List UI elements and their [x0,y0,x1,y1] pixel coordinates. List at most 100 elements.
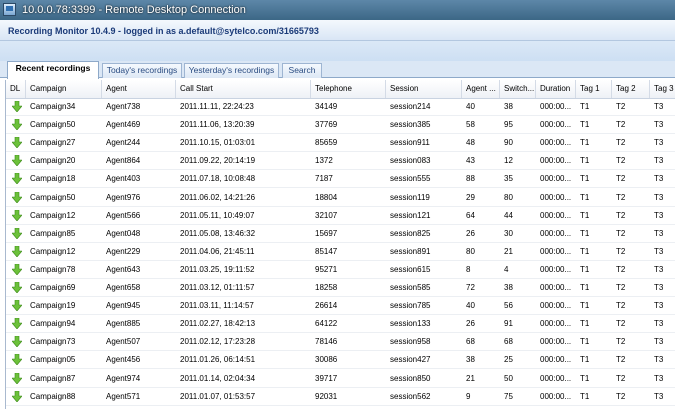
window-title: 10.0.0.78:3399 - Remote Desktop Connecti… [22,4,246,16]
table-row[interactable]: Campaign18 Agent403 2011.07.18, 10:08:48 71… [6,170,675,189]
tag3-cell: T3 [654,102,664,111]
telephone-cell: 85659 [315,138,338,148]
table-row[interactable]: Campaign50 Agent976 2011.06.02, 14:21:26 18… [6,189,675,207]
download-arrow-icon[interactable] [12,173,22,185]
download-arrow-icon[interactable] [12,354,22,366]
table-row[interactable]: Campaign27 Agent244 2011.10.15, 01:03:01 85… [6,134,675,153]
table-row[interactable]: Campaign20 Agent864 2011.09.22, 20:14:19 13… [6,152,675,171]
download-arrow-icon[interactable] [12,191,22,203]
agent-num-cell: 72 [466,283,475,292]
tag1-cell: T1 [580,283,590,292]
table-row[interactable]: Campaign05 Agent456 2011.01.26, 06:14:51 30… [6,351,675,370]
tag2-cell: T2 [616,210,626,220]
switch-cell: 21 [504,246,513,256]
tag2-cell: T2 [616,174,626,184]
tab-yesterdays-recordings[interactable]: Yesterday's recordings [184,63,279,78]
download-arrow-icon[interactable] [12,300,22,312]
header-col-session[interactable]: Session [386,80,462,98]
header-col-duration[interactable]: Duration [536,80,576,98]
header-col-agent[interactable]: Agent [102,80,176,98]
download-arrow-icon[interactable] [12,245,22,257]
tab-strip: Recent recordings Today's recordings Yes… [0,61,675,79]
window-titlebar[interactable]: 10.0.0.78:3399 - Remote Desktop Connecti… [0,0,675,20]
duration-cell: 000:00... [540,138,572,148]
table-row[interactable]: Campaign19 Agent945 2011.03.11, 11:14:57 26… [6,297,675,316]
agent-cell: Agent738 [106,102,141,111]
download-arrow-icon[interactable] [12,263,22,275]
tag2-cell: T2 [616,283,626,292]
agent-cell: Agent244 [106,138,141,148]
tag3-cell: T3 [654,319,664,329]
session-cell: session562 [390,391,431,401]
table-row[interactable]: Campaign34 Agent738 2011.11.11, 22:24:23 34… [6,98,675,116]
table-row[interactable]: Campaign78 Agent643 2011.03.25, 19:11:52 95… [6,261,675,279]
header-col-tag1[interactable]: Tag 1 [576,80,612,98]
table-row[interactable]: Campaign85 Agent048 2011.05.08, 13:46:32 15… [6,225,675,243]
tab-recent-recordings[interactable]: Recent recordings [7,61,99,79]
table-row[interactable]: Campaign12 Agent566 2011.05.11, 10:49:07 32… [6,207,675,225]
tag2-cell: T2 [616,120,626,130]
tag1-cell: T1 [580,373,590,383]
tag1-cell: T1 [580,228,590,238]
download-arrow-icon[interactable] [12,101,22,112]
tag3-cell: T3 [654,120,664,130]
switch-cell: 95 [504,120,513,130]
telephone-cell: 18258 [315,283,338,292]
agent-cell: Agent048 [106,228,141,238]
download-arrow-icon[interactable] [12,119,22,131]
table-row[interactable]: Campaign94 Agent885 2011.02.27, 18:42:13 64… [6,315,675,334]
tag3-cell: T3 [654,391,664,401]
agent-cell: Agent974 [106,373,141,383]
header-col-tag3[interactable]: Tag 3 [650,80,675,98]
download-arrow-icon[interactable] [12,318,22,330]
agent-cell: Agent456 [106,355,141,365]
header-col-tag2[interactable]: Tag 2 [612,80,650,98]
download-arrow-icon[interactable] [12,390,22,402]
download-arrow-icon[interactable] [12,372,22,384]
call-start-cell: 2011.03.12, 01:11:57 [180,283,255,292]
tag3-cell: T3 [654,192,664,202]
table-row[interactable]: Campaign88 Agent571 2011.01.07, 01:53:57 92… [6,388,675,406]
telephone-cell: 85147 [315,246,338,256]
tab-todays-recordings[interactable]: Today's recordings [102,63,182,78]
header-col-switch[interactable]: Switch... [500,80,536,98]
header-col-campaign[interactable]: Campaign [26,80,102,98]
download-arrow-icon[interactable] [12,155,22,167]
download-arrow-icon[interactable] [12,137,22,149]
download-arrow-icon[interactable] [12,227,22,239]
download-arrow-icon[interactable] [12,209,22,221]
duration-cell: 000:00... [540,246,572,256]
agent-num-cell: 68 [466,337,475,347]
table-row[interactable]: Campaign73 Agent507 2011.02.12, 17:23:28 78… [6,333,675,352]
tag1-cell: T1 [580,391,590,401]
switch-cell: 44 [504,210,513,220]
download-arrow-icon[interactable] [12,336,22,348]
session-cell: session133 [390,319,431,329]
tag2-cell: T2 [616,156,626,166]
tab-search[interactable]: Search [282,63,322,78]
call-start-cell: 2011.05.08, 13:46:32 [180,228,256,238]
header-col-dl[interactable]: DL [6,80,26,98]
header-col-call-start[interactable]: Call Start [176,80,311,98]
header-col-telephone[interactable]: Telephone [311,80,386,98]
switch-cell: 30 [504,228,513,238]
table-row[interactable]: Campaign50 Agent469 2011.11.06, 13:20:39 37… [6,116,675,135]
session-cell: session958 [390,337,431,347]
agent-cell: Agent658 [106,283,141,292]
download-arrow-icon[interactable] [12,282,22,293]
tag3-cell: T3 [654,373,664,383]
tag3-cell: T3 [654,337,664,347]
duration-cell: 000:00... [540,373,572,383]
table-row[interactable]: Campaign12 Agent229 2011.04.06, 21:45:11 85… [6,243,675,261]
header-col-agent-extra[interactable]: Agent ... [462,80,500,98]
duration-cell: 000:00... [540,301,572,311]
table-row[interactable]: Campaign87 Agent974 2011.01.14, 02:04:34 39… [6,370,675,388]
campaign-cell: Campaign18 [30,174,76,184]
toolbar-band [0,41,675,61]
call-start-cell: 2011.11.11, 22:24:23 [180,102,254,111]
table-row[interactable]: Campaign69 Agent658 2011.03.12, 01:11:57 18… [6,279,675,297]
telephone-cell: 18804 [315,192,338,202]
session-cell: session585 [390,283,431,292]
agent-cell: Agent945 [106,301,141,311]
campaign-cell: Campaign78 [30,264,76,274]
